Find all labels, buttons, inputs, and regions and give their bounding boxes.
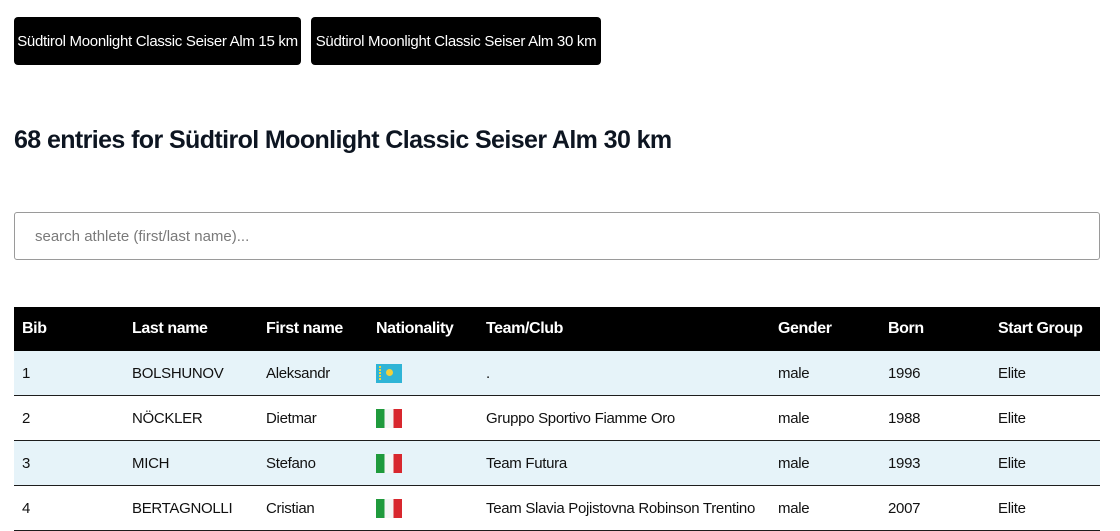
kazakhstan-flag-icon bbox=[376, 363, 402, 383]
nationality-cell bbox=[376, 351, 486, 396]
bib-cell: 2 bbox=[14, 395, 132, 441]
race-selector: Südtirol Moonlight Classic Seiser Alm 15… bbox=[14, 17, 601, 65]
last-name-cell: BOLSHUNOV bbox=[132, 351, 266, 396]
last-name-cell: BERTAGNOLLI bbox=[132, 485, 266, 531]
last-name-cell: MICH bbox=[132, 440, 266, 486]
first-name-cell: Cristian bbox=[266, 485, 376, 531]
entries-heading: 68 entries for Südtirol Moonlight Classi… bbox=[14, 126, 672, 154]
first-name-cell: Dietmar bbox=[266, 395, 376, 441]
table-header-row: Bib Last name First name Nationality Tea… bbox=[14, 307, 1100, 351]
team-cell: . bbox=[486, 351, 778, 396]
born-cell: 1988 bbox=[888, 395, 998, 441]
bib-cell: 1 bbox=[14, 351, 132, 396]
team-cell: Team Slavia Pojistovna Robinson Trentino bbox=[486, 485, 778, 531]
search-athlete-input[interactable] bbox=[14, 212, 1100, 260]
first-name-cell: Stefano bbox=[266, 440, 376, 486]
italy-flag-icon bbox=[376, 453, 402, 473]
start-group-cell: Elite bbox=[998, 351, 1100, 396]
column-header-start-group[interactable]: Start Group bbox=[998, 307, 1100, 351]
start-group-cell: Elite bbox=[998, 485, 1100, 531]
born-cell: 1996 bbox=[888, 351, 998, 396]
column-header-bib[interactable]: Bib bbox=[14, 307, 132, 351]
column-header-team-club[interactable]: Team/Club bbox=[486, 307, 778, 351]
race-15km-button[interactable]: Südtirol Moonlight Classic Seiser Alm 15… bbox=[14, 17, 301, 65]
column-header-last-name[interactable]: Last name bbox=[132, 307, 266, 351]
entries-table: Bib Last name First name Nationality Tea… bbox=[14, 307, 1100, 531]
bib-cell: 3 bbox=[14, 440, 132, 486]
table-row[interactable]: 4 BERTAGNOLLI Cristian Team Slavia Pojis… bbox=[14, 485, 1100, 531]
italy-flag-icon bbox=[376, 408, 402, 428]
born-cell: 2007 bbox=[888, 485, 998, 531]
entries-page: Südtirol Moonlight Classic Seiser Alm 15… bbox=[0, 0, 1120, 531]
table-row[interactable]: 1 BOLSHUNOV Aleksandr . male 1996 Elite bbox=[14, 351, 1100, 396]
nationality-cell bbox=[376, 485, 486, 531]
last-name-cell: NÖCKLER bbox=[132, 395, 266, 441]
table-row[interactable]: 2 NÖCKLER Dietmar Gruppo Sportivo Fiamme… bbox=[14, 395, 1100, 441]
team-cell: Gruppo Sportivo Fiamme Oro bbox=[486, 395, 778, 441]
start-group-cell: Elite bbox=[998, 395, 1100, 441]
bib-cell: 4 bbox=[14, 485, 132, 531]
born-cell: 1993 bbox=[888, 440, 998, 486]
start-group-cell: Elite bbox=[998, 440, 1100, 486]
gender-cell: male bbox=[778, 485, 888, 531]
first-name-cell: Aleksandr bbox=[266, 351, 376, 396]
gender-cell: male bbox=[778, 440, 888, 486]
italy-flag-icon bbox=[376, 498, 402, 518]
gender-cell: male bbox=[778, 395, 888, 441]
nationality-cell bbox=[376, 395, 486, 441]
column-header-born[interactable]: Born bbox=[888, 307, 998, 351]
column-header-nationality[interactable]: Nationality bbox=[376, 307, 486, 351]
column-header-first-name[interactable]: First name bbox=[266, 307, 376, 351]
gender-cell: male bbox=[778, 351, 888, 396]
table-row[interactable]: 3 MICH Stefano Team Futura male 1993 Eli… bbox=[14, 440, 1100, 486]
race-30km-button[interactable]: Südtirol Moonlight Classic Seiser Alm 30… bbox=[311, 17, 601, 65]
nationality-cell bbox=[376, 440, 486, 486]
column-header-gender[interactable]: Gender bbox=[778, 307, 888, 351]
team-cell: Team Futura bbox=[486, 440, 778, 486]
